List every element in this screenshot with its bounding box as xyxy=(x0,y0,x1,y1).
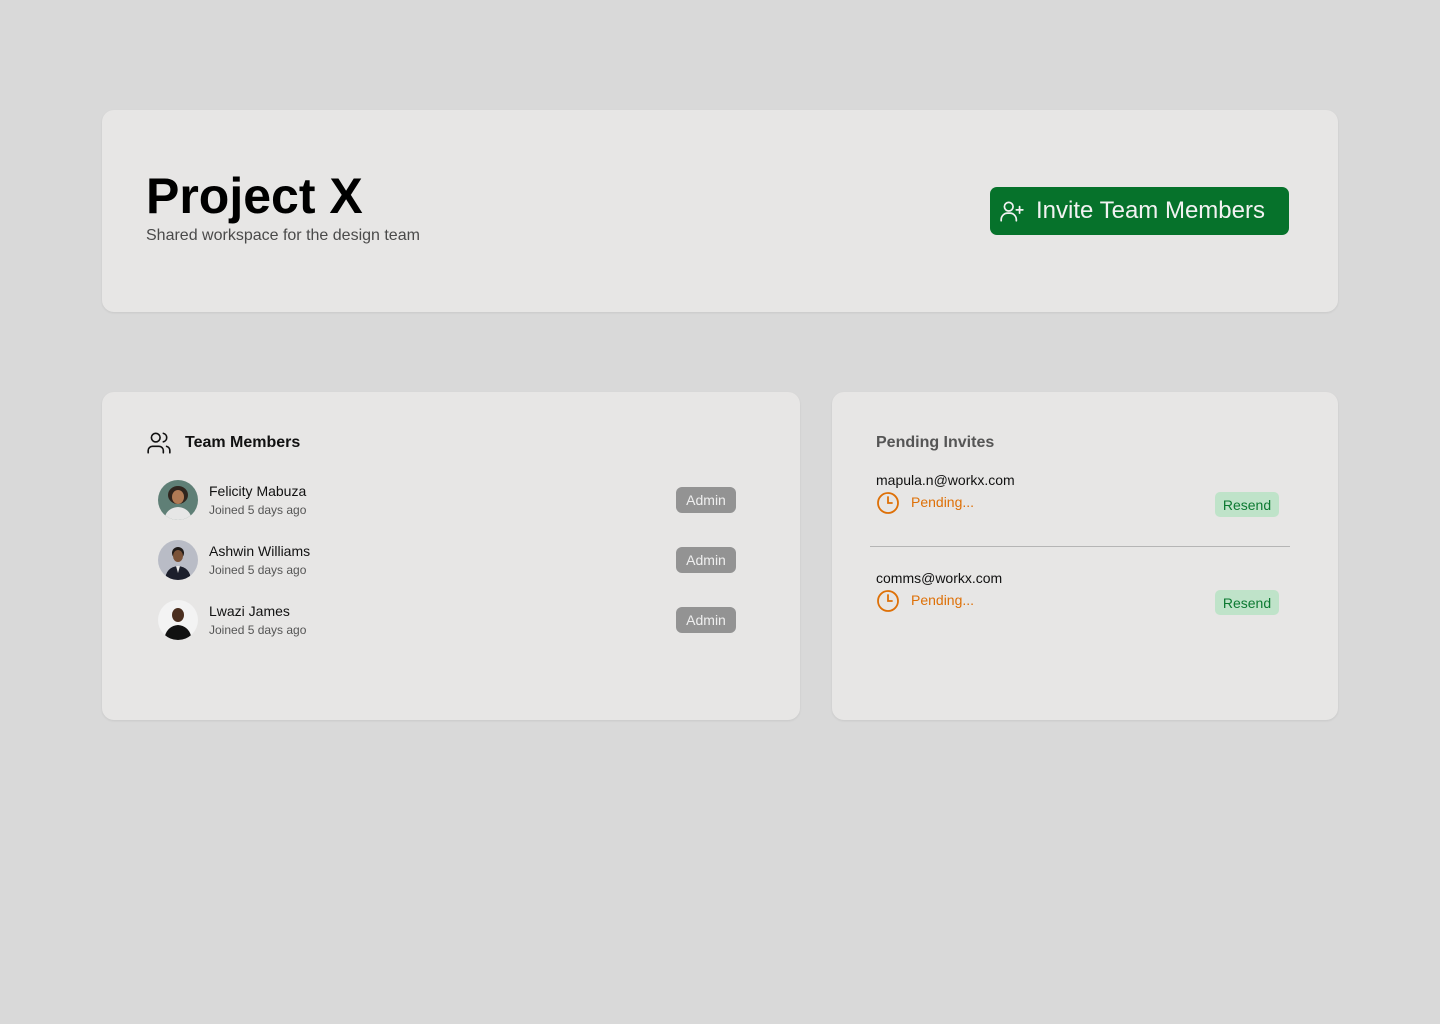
member-name: Ashwin Williams xyxy=(209,543,311,559)
role-badge: Admin xyxy=(676,607,736,633)
pending-status: Pending... xyxy=(911,592,975,608)
team-members-title: Team Members xyxy=(185,434,301,451)
divider xyxy=(870,546,1290,547)
project-header-card: Project X Shared workspace for the desig… xyxy=(102,110,1338,312)
invite-item: comms@workx.com Pending... Resend xyxy=(876,570,1294,630)
users-icon xyxy=(146,430,172,456)
team-members-card: Team Members Felicity Mabuza Joined 5 da… xyxy=(102,392,800,720)
member-name: Lwazi James xyxy=(209,603,290,619)
avatar xyxy=(158,540,198,580)
role-badge: Admin xyxy=(676,487,736,513)
invite-item: mapula.n@workx.com Pending... Resend xyxy=(876,472,1294,532)
member-joined-date: Joined 5 days ago xyxy=(209,623,307,637)
team-members-header: Team Members xyxy=(146,430,300,456)
role-badge: Admin xyxy=(676,547,736,573)
page-title: Project X xyxy=(146,168,363,224)
invite-button-label: Invite Team Members xyxy=(1036,197,1265,224)
member-row: Ashwin Williams Joined 5 days ago Admin xyxy=(158,540,736,580)
page-subtitle: Shared workspace for the design team xyxy=(146,227,420,244)
clock-icon xyxy=(876,491,900,515)
clock-icon xyxy=(876,589,900,613)
pending-status: Pending... xyxy=(911,494,975,510)
resend-button[interactable]: Resend xyxy=(1215,590,1279,615)
member-row: Lwazi James Joined 5 days ago Admin xyxy=(158,600,736,640)
pending-invites-title: Pending Invites xyxy=(876,434,995,451)
member-row: Felicity Mabuza Joined 5 days ago Admin xyxy=(158,480,736,520)
pending-invites-card: Pending Invites mapula.n@workx.com Pendi… xyxy=(832,392,1338,720)
member-name: Felicity Mabuza xyxy=(209,483,307,499)
user-plus-icon xyxy=(999,198,1025,224)
avatar xyxy=(158,480,198,520)
invite-email: mapula.n@workx.com xyxy=(876,472,1015,488)
member-joined-date: Joined 5 days ago xyxy=(209,503,307,517)
member-joined-date: Joined 5 days ago xyxy=(209,563,307,577)
avatar xyxy=(158,600,198,640)
invite-email: comms@workx.com xyxy=(876,570,1003,586)
resend-button[interactable]: Resend xyxy=(1215,492,1279,517)
invite-team-members-button[interactable]: Invite Team Members xyxy=(990,187,1289,235)
